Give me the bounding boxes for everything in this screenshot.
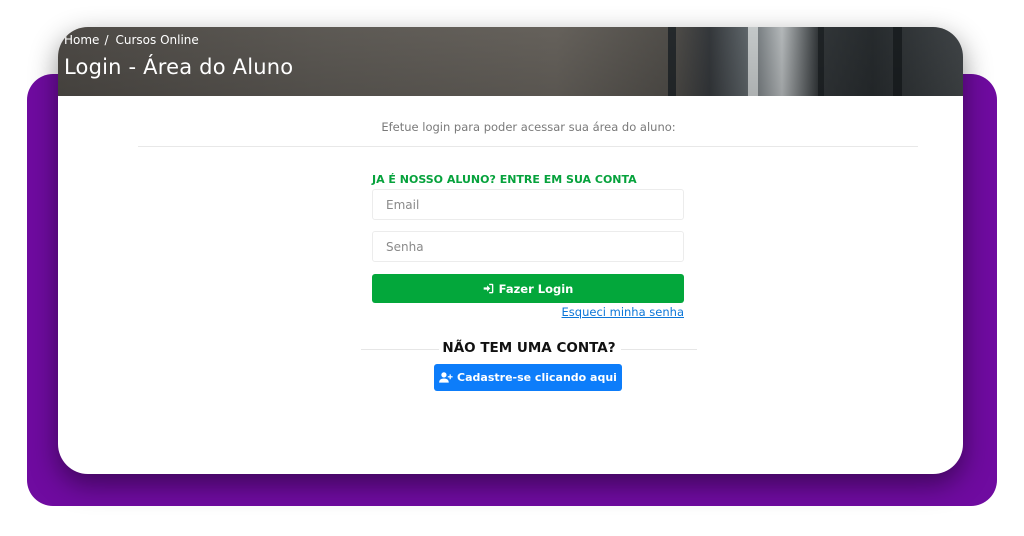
forgot-password-link[interactable]: Esqueci minha senha	[498, 305, 684, 319]
login-heading: JA É NOSSO ALUNO? ENTRE EM SUA CONTA	[372, 173, 637, 186]
signup-heading: NÃO TEM UMA CONTA?	[442, 340, 616, 356]
breadcrumb: Home / Cursos Online	[64, 33, 199, 47]
password-field[interactable]	[372, 231, 684, 262]
email-field[interactable]	[372, 189, 684, 220]
user-plus-icon	[439, 372, 453, 383]
hero-banner: Home / Cursos Online Login - Área do Alu…	[58, 27, 963, 96]
signup-button[interactable]: Cadastre-se clicando aqui	[434, 364, 622, 391]
divider-right	[621, 349, 697, 350]
signup-section: NÃO TEM UMA CONTA?	[361, 339, 697, 359]
login-button[interactable]: Fazer Login	[372, 274, 684, 303]
sign-in-icon	[483, 283, 494, 294]
breadcrumb-home-link[interactable]: Home	[64, 33, 99, 47]
login-card: Home / Cursos Online Login - Área do Alu…	[58, 27, 963, 474]
login-button-label: Fazer Login	[498, 281, 574, 296]
intro-text: Efetue login para poder acessar sua área…	[381, 120, 676, 134]
divider	[138, 146, 918, 147]
breadcrumb-current[interactable]: Cursos Online	[115, 33, 198, 47]
page-title: Login - Área do Aluno	[64, 55, 294, 79]
signup-button-label: Cadastre-se clicando aqui	[457, 371, 617, 384]
breadcrumb-separator: /	[104, 33, 109, 47]
